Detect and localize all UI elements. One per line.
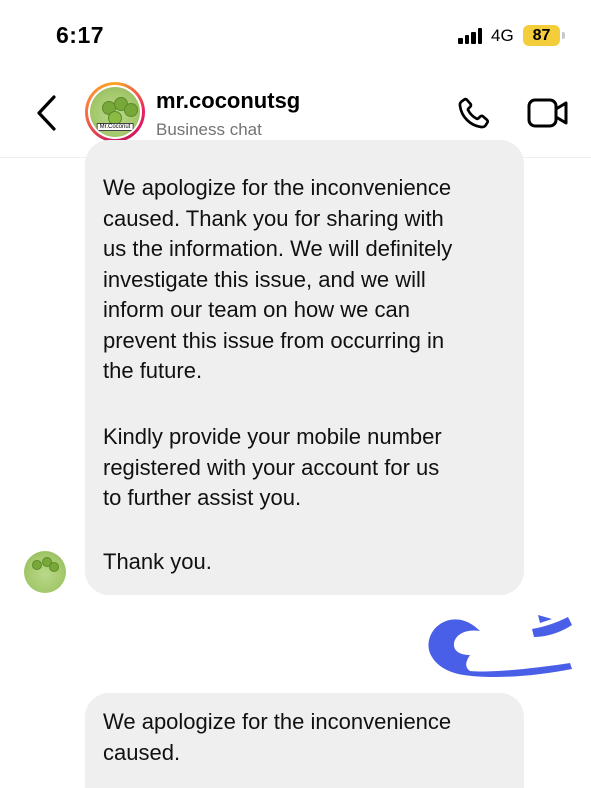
message-text: We apologize for the inconvenience cause… [103,175,453,383]
mr-coconut-logo: Mr.Coconut [90,87,140,137]
chevron-left-icon[interactable] [30,93,64,133]
redacted-sent-message [420,605,580,680]
sender-avatar[interactable] [24,551,66,593]
avatar[interactable]: Mr.Coconut [85,82,145,142]
video-camera-icon[interactable] [527,97,569,129]
signal-icon [458,28,484,44]
message-bubble[interactable]: We apologize for the inconvenience cause… [85,140,524,595]
message-text: We apologize for the inconvenience cause… [103,709,452,765]
avatar-label: Mr.Coconut [96,123,134,131]
message-bubble[interactable]: We apologize for the inconvenience cause… [85,693,524,788]
message-text: Kindly provide your mobile number regist… [103,424,442,510]
status-time: 6:17 [56,22,105,48]
phone-icon[interactable] [454,95,492,133]
message-text: Thank you. [103,549,212,574]
network-type: 4G [491,26,514,45]
chat-subtitle: Business chat [156,120,262,139]
status-bar: 6:17 4G 87 [0,0,591,70]
chat-name[interactable]: mr.coconutsg [156,88,300,114]
battery-cap [562,32,565,39]
battery-icon: 87 [523,25,560,46]
